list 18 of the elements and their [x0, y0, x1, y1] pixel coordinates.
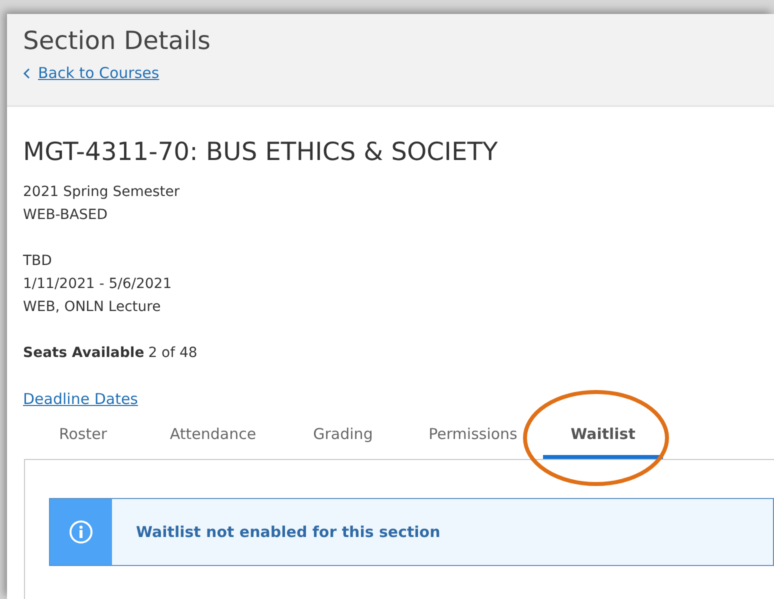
seats-value: 2 of 48 [148, 344, 198, 363]
tab[interactable]: Grading [283, 413, 403, 459]
deadline-link[interactable]: Deadline Dates [23, 388, 138, 411]
dates-text: 1/11/2021 - 5/6/2021 [23, 275, 172, 294]
tab[interactable]: Roster [23, 413, 143, 459]
page-title: Section Details [23, 25, 210, 57]
alert-message: Waitlist not enabled for this section [136, 522, 440, 543]
term-text: 2021 Spring Semester [23, 183, 180, 202]
info-icon [69, 520, 93, 544]
time-text: TBD [23, 252, 52, 271]
back-link[interactable]: Back to Courses [23, 62, 160, 84]
course-title: MGT-4311-70: BUS ETHICS & SOCIETY [23, 136, 498, 168]
seats-label: Seats Available [23, 344, 144, 363]
location-text: WEB, ONLN Lecture [23, 298, 161, 317]
delivery-text: WEB-BASED [23, 206, 108, 225]
tab[interactable]: Permissions [413, 413, 533, 459]
chevron-left-icon [23, 68, 30, 79]
tab[interactable]: Attendance [153, 413, 273, 459]
